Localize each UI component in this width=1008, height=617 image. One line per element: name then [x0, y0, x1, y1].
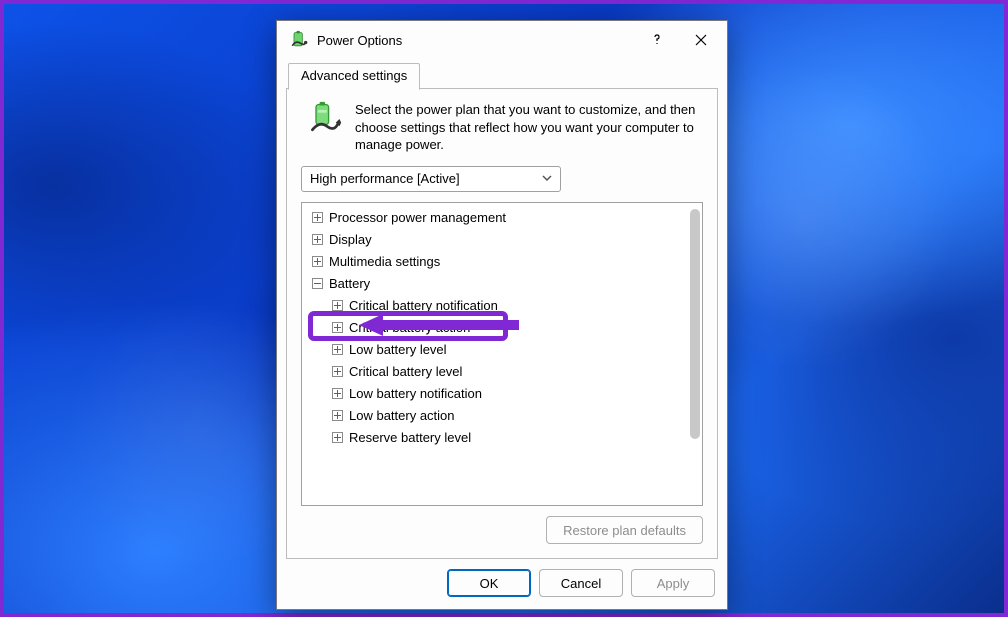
- expand-icon[interactable]: [332, 432, 343, 443]
- help-button[interactable]: [635, 24, 679, 56]
- dialog-footer: OK Cancel Apply: [277, 559, 727, 609]
- collapse-icon[interactable]: [312, 278, 323, 289]
- tree-item-label: Display: [329, 229, 372, 251]
- titlebar[interactable]: Power Options: [277, 21, 727, 59]
- tree-item[interactable]: Low battery notification: [302, 383, 686, 405]
- tree-item[interactable]: Low battery action: [302, 405, 686, 427]
- tree-item[interactable]: Display: [302, 229, 686, 251]
- tree-item[interactable]: Multimedia settings: [302, 251, 686, 273]
- apply-button[interactable]: Apply: [631, 569, 715, 597]
- close-button[interactable]: [679, 24, 723, 56]
- intro-text: Select the power plan that you want to c…: [355, 101, 697, 154]
- scrollbar-thumb[interactable]: [690, 209, 700, 439]
- tree-item[interactable]: Critical battery action: [302, 317, 686, 339]
- expand-icon[interactable]: [332, 344, 343, 355]
- battery-plug-icon: [307, 101, 343, 154]
- expand-icon[interactable]: [332, 410, 343, 421]
- tab-advanced-settings[interactable]: Advanced settings: [288, 63, 420, 90]
- tree-item[interactable]: Processor power management: [302, 207, 686, 229]
- tree-item-label: Reserve battery level: [349, 427, 471, 449]
- expand-icon[interactable]: [312, 256, 323, 267]
- expand-icon[interactable]: [312, 212, 323, 223]
- tree-item[interactable]: Battery: [302, 273, 686, 295]
- expand-icon[interactable]: [332, 366, 343, 377]
- plan-value: High performance [Active]: [310, 171, 460, 186]
- tree-item[interactable]: Reserve battery level: [302, 427, 686, 449]
- power-plan-dropdown[interactable]: High performance [Active]: [301, 166, 561, 192]
- settings-tree[interactable]: Processor power managementDisplayMultime…: [301, 202, 703, 506]
- tree-item-label: Critical battery notification: [349, 295, 498, 317]
- tree-item-label: Low battery action: [349, 405, 455, 427]
- power-options-dialog: Power Options Advanced settings Select t…: [276, 20, 728, 610]
- tree-item[interactable]: Critical battery level: [302, 361, 686, 383]
- intro-row: Select the power plan that you want to c…: [301, 101, 703, 154]
- tree-item[interactable]: Critical battery notification: [302, 295, 686, 317]
- tree-item-label: Multimedia settings: [329, 251, 440, 273]
- tab-body: Select the power plan that you want to c…: [286, 89, 718, 559]
- window-title: Power Options: [317, 33, 635, 48]
- expand-icon[interactable]: [312, 234, 323, 245]
- tree-item-label: Critical battery level: [349, 361, 462, 383]
- tab-strip: Advanced settings: [286, 63, 718, 89]
- power-options-icon: [289, 30, 309, 50]
- ok-button[interactable]: OK: [447, 569, 531, 597]
- tree-item-label: Critical battery action: [349, 317, 470, 339]
- restore-defaults-button[interactable]: Restore plan defaults: [546, 516, 703, 544]
- cancel-button[interactable]: Cancel: [539, 569, 623, 597]
- chevron-down-icon: [542, 171, 552, 186]
- expand-icon[interactable]: [332, 388, 343, 399]
- tree-item-label: Battery: [329, 273, 370, 295]
- tree-item-label: Processor power management: [329, 207, 506, 229]
- expand-icon[interactable]: [332, 300, 343, 311]
- expand-icon[interactable]: [332, 322, 343, 333]
- tree-item[interactable]: Low battery level: [302, 339, 686, 361]
- tree-item-label: Low battery level: [349, 339, 447, 361]
- tree-item-label: Low battery notification: [349, 383, 482, 405]
